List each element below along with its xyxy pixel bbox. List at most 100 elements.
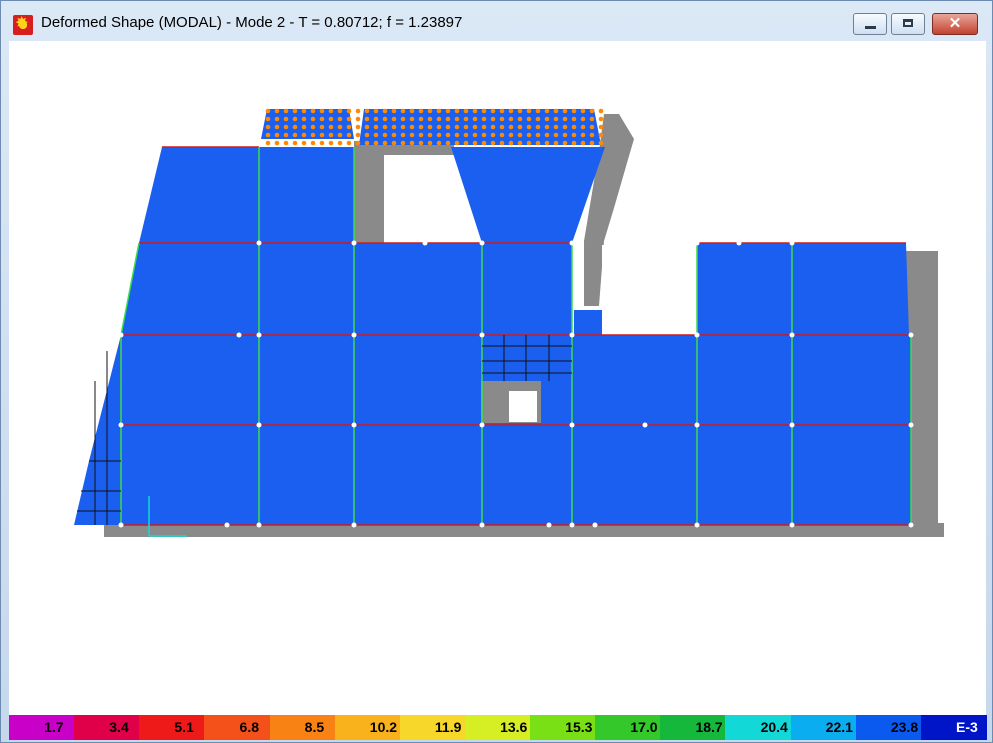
mesh-node [427,116,433,122]
mesh-node [589,124,595,130]
legend-swatch [9,715,76,740]
mesh-node [265,140,271,146]
mesh-node [562,116,568,122]
mesh-node [535,140,541,146]
title-bar[interactable]: Deformed Shape (MODAL) - Mode 2 - T = 0.… [1,1,992,41]
mesh-node [499,140,505,146]
mesh-node [292,132,298,138]
mesh-node [310,132,316,138]
mesh-node [337,132,343,138]
mesh-node [454,108,460,114]
mesh-node [436,124,442,130]
close-button[interactable]: ✕ [932,13,978,35]
joint [546,522,552,528]
mesh-node [571,132,577,138]
mesh-node [391,124,397,130]
mesh-node [364,140,370,146]
mesh-node [598,132,604,138]
mesh-node [319,140,325,146]
joint [236,332,242,338]
close-icon: ✕ [948,15,962,32]
mesh-node [571,140,577,146]
mesh-node [427,108,433,114]
mesh-node [310,108,316,114]
mesh-node [283,116,289,122]
opening-shaft-hole [509,391,537,422]
mesh-node [436,108,442,114]
mesh-node [553,140,559,146]
mesh-node [301,132,307,138]
joint [908,332,914,338]
mesh-node [526,116,532,122]
mesh-node [427,124,433,130]
mesh-node [418,116,424,122]
legend-value: 23.8 [890,719,919,735]
joint [351,332,357,338]
mesh-node [490,132,496,138]
mesh-node [598,124,604,130]
mesh-node [382,140,388,146]
mesh-node [274,132,280,138]
mesh-node [301,116,307,122]
mesh-node [301,140,307,146]
mesh-node [490,108,496,114]
mesh-node [382,108,388,114]
mesh-node [508,140,514,146]
mesh-node [571,124,577,130]
mesh-node [517,140,523,146]
legend-value: 15.3 [565,719,593,735]
mesh-node [517,116,523,122]
mesh-node [328,108,334,114]
mesh-node [310,140,316,146]
mesh-node [481,124,487,130]
mesh-node [571,108,577,114]
mesh-node [499,116,505,122]
mesh-node [409,140,415,146]
model-viewport[interactable] [9,41,986,715]
shell-upper-left [139,147,259,243]
maximize-button[interactable] [891,13,925,35]
mesh-node [544,140,550,146]
joint [351,422,357,428]
mesh-node [391,108,397,114]
mesh-node [535,108,541,114]
mesh-node [328,124,334,130]
shadow-left-column [354,141,384,243]
legend-value: 8.5 [304,719,325,735]
legend-value: 13.6 [500,719,528,735]
mesh-node [283,140,289,146]
joint [118,332,124,338]
joint [479,240,485,246]
legend-swatch [204,715,271,740]
joint [789,422,795,428]
joint [224,522,230,528]
sap-logo-icon[interactable] [13,14,33,35]
mesh-node [580,140,586,146]
mesh-node [382,124,388,130]
mesh-node [418,124,424,130]
mesh-node [346,124,352,130]
mesh-node [301,108,307,114]
mesh-node [535,116,541,122]
mesh-node [400,124,406,130]
mesh-node [409,132,415,138]
mesh-node [445,124,451,130]
joint [642,422,648,428]
minimize-button[interactable] [853,13,887,35]
deformed-shape-plot[interactable] [9,41,986,715]
mesh-node [265,132,271,138]
mesh-node [562,140,568,146]
legend-swatch [74,715,141,740]
mesh-node [274,108,280,114]
mesh-node [310,124,316,130]
joint [351,522,357,528]
mesh-node [526,124,532,130]
mesh-node [598,108,604,114]
mesh-node [481,132,487,138]
mesh-node [589,108,595,114]
mesh-node [301,124,307,130]
opening-right [602,245,696,335]
mesh-node [553,108,559,114]
joint [789,332,795,338]
mesh-node [454,124,460,130]
